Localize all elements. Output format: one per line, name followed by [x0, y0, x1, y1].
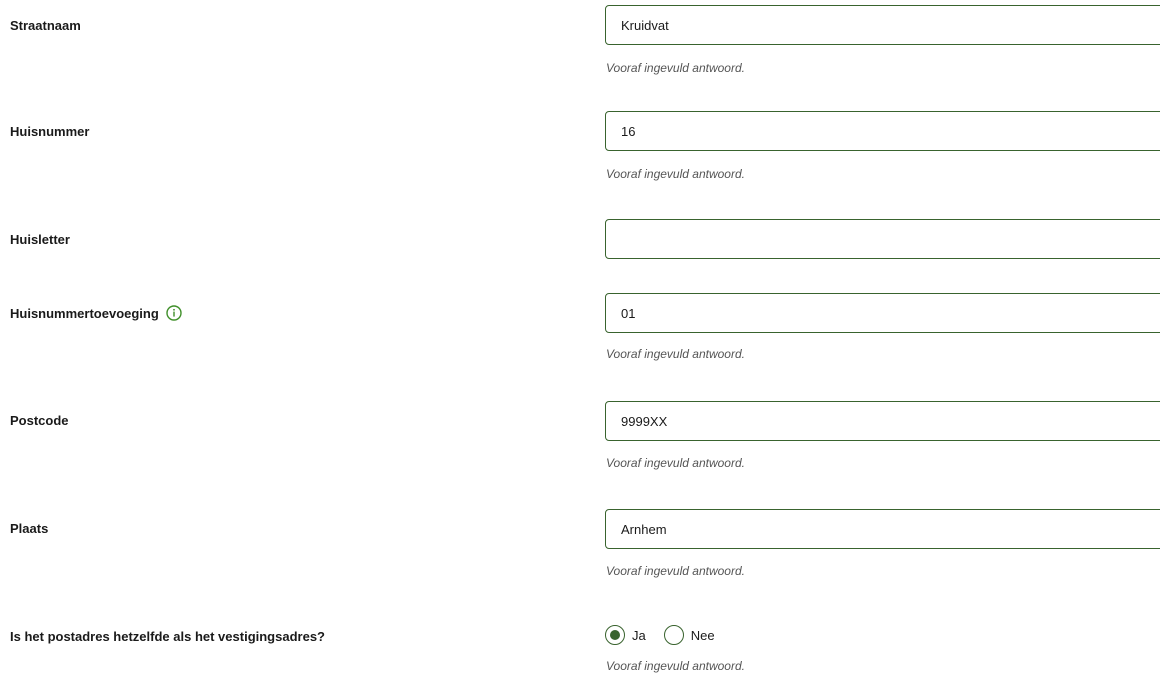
huisnummertoevoeging-input[interactable] [605, 293, 1160, 333]
postadres-question-text: Is het postadres hetzelfde als het vesti… [10, 629, 325, 644]
huisletter-label: Huisletter [10, 232, 70, 247]
straatnaam-hint: Vooraf ingevuld antwoord. [606, 61, 745, 75]
huisnummer-hint: Vooraf ingevuld antwoord. [606, 167, 745, 181]
plaats-hint: Vooraf ingevuld antwoord. [606, 564, 745, 578]
radio-ja[interactable]: Ja [605, 625, 646, 645]
plaats-label-text: Plaats [10, 521, 49, 536]
info-icon[interactable] [166, 305, 182, 321]
radio-nee-label[interactable]: Nee [691, 628, 715, 643]
radio-ja-dot [610, 630, 620, 640]
straatnaam-label-text: Straatnaam [10, 18, 81, 33]
radio-ja-label[interactable]: Ja [632, 628, 646, 643]
straatnaam-label: Straatnaam [10, 18, 81, 33]
radio-ja-circle[interactable] [605, 625, 625, 645]
plaats-input[interactable] [605, 509, 1160, 549]
huisnummer-input[interactable] [605, 111, 1160, 151]
postcode-input[interactable] [605, 401, 1160, 441]
huisnummertoevoeging-label: Huisnummertoevoeging [10, 305, 182, 321]
huisletter-label-text: Huisletter [10, 232, 70, 247]
postcode-label: Postcode [10, 413, 69, 428]
straatnaam-input[interactable] [605, 5, 1160, 45]
radio-nee[interactable]: Nee [663, 625, 715, 645]
huisletter-input[interactable] [605, 219, 1160, 259]
postcode-hint: Vooraf ingevuld antwoord. [606, 456, 745, 470]
radio-nee-circle[interactable] [663, 625, 684, 645]
postcode-label-text: Postcode [10, 413, 69, 428]
postadres-question: Is het postadres hetzelfde als het vesti… [10, 629, 325, 644]
huisnummertoevoeging-hint: Vooraf ingevuld antwoord. [606, 347, 745, 361]
plaats-label: Plaats [10, 521, 48, 536]
postadres-radio-group: Ja Nee [605, 625, 715, 645]
huisnummertoevoeging-label-text: Huisnummertoevoeging [10, 305, 159, 321]
huisnummer-label: Huisnummer [10, 124, 89, 139]
postadres-hint: Vooraf ingevuld antwoord. [606, 659, 745, 673]
huisnummer-label-text: Huisnummer [10, 124, 90, 139]
